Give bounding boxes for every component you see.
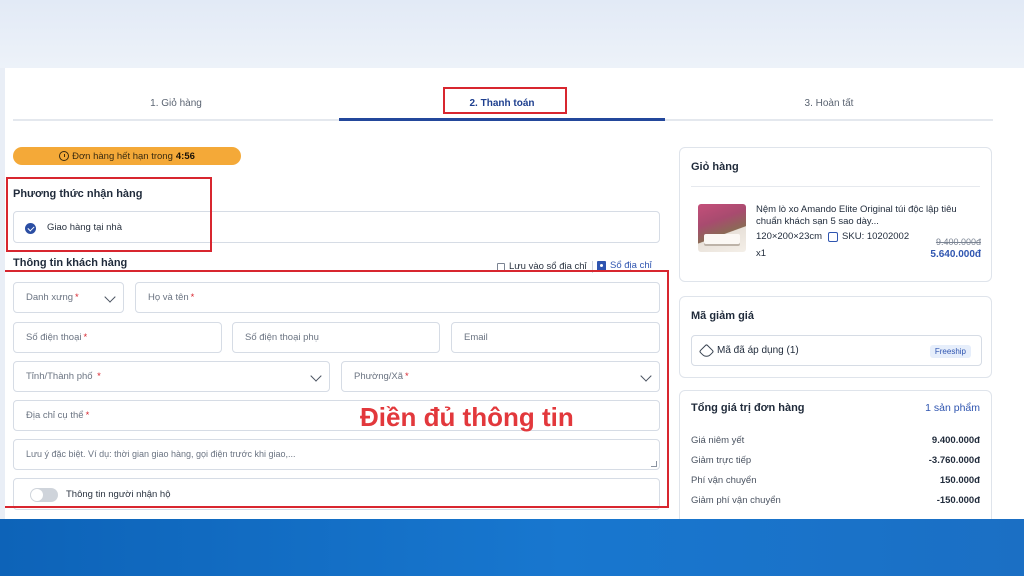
total-row-value: 150.000đ: [939, 475, 980, 486]
timer-text: Đơn hàng hết hạn trong: [72, 150, 173, 162]
customer-info-title: Thông tin khách hàng: [13, 257, 128, 269]
annotation-text: Điền đủ thông tin: [360, 402, 574, 432]
product-size: 120×200×23cm: [756, 231, 823, 242]
bottom-background-band: [0, 519, 1024, 576]
step-complete[interactable]: 3. Hoàn tất: [665, 86, 993, 120]
product-name[interactable]: Nệm lò xo Amando Elite Original túi độc …: [756, 204, 966, 228]
total-row-label: Phí vận chuyển: [691, 475, 757, 486]
step-cart[interactable]: 1. Giỏ hàng: [13, 86, 339, 120]
top-background-band: [0, 0, 1024, 68]
total-row: Giá niêm yết 9.400.000đ: [691, 435, 980, 446]
cart-title: Giỏ hàng: [691, 161, 739, 173]
order-total-title: Tổng giá trị đơn hàng: [691, 402, 805, 414]
total-row-label: Giảm trực tiếp: [691, 455, 752, 466]
total-row: Giảm phí vận chuyển -150.000đ: [691, 495, 980, 506]
coupon-card: Mã giảm giá Mã đã áp dụng (1) Freeship: [679, 296, 992, 378]
total-row-value: -150.000đ: [936, 495, 980, 506]
product-sku: SKU: 10202002: [842, 231, 910, 242]
total-row-label: Giá niêm yết: [691, 435, 745, 446]
sku-icon: [828, 231, 839, 242]
timer-countdown: 4:56: [175, 150, 195, 162]
total-row-value: -3.760.000đ: [928, 455, 980, 466]
product-variant: 120×200×23cm SKU: 10202002: [756, 231, 909, 242]
cart-summary-card: Giỏ hàng Nệm lò xo Amando Elite Original…: [679, 147, 992, 282]
tag-icon: [698, 343, 715, 360]
stepper-active-indicator: [339, 118, 665, 121]
total-row-label: Giảm phí vận chuyển: [691, 495, 781, 506]
product-thumbnail[interactable]: [698, 204, 746, 252]
freeship-badge: Freeship: [929, 345, 971, 358]
highlight-box-customer-info: [5, 270, 669, 508]
applied-coupon-button[interactable]: Mã đã áp dụng (1) Freeship: [691, 335, 982, 366]
checkout-page: 1. Giỏ hàng 2. Thanh toán 3. Hoàn tất Đơ…: [5, 68, 1024, 519]
address-book-icon: [597, 260, 606, 271]
total-row-value: 9.400.000đ: [931, 435, 980, 446]
product-count-link[interactable]: 1 sản phẩm: [925, 402, 980, 414]
order-total-card: Tổng giá trị đơn hàng 1 sản phẩm Giá niê…: [679, 390, 992, 519]
product-quantity: x1: [756, 248, 767, 259]
applied-coupon-label: Mã đã áp dụng (1): [717, 345, 799, 356]
highlight-box-payment-step: [443, 87, 567, 114]
total-row: Giảm trực tiếp -3.760.000đ: [691, 455, 980, 466]
clock-icon: [59, 151, 70, 161]
product-old-price: 9.400.000đ: [935, 237, 981, 247]
product-new-price: 5.640.000đ: [930, 249, 981, 260]
order-expiry-timer: Đơn hàng hết hạn trong 4:56: [13, 147, 241, 165]
divider: [691, 186, 980, 187]
coupon-title: Mã giảm giá: [691, 310, 754, 322]
highlight-box-delivery-method: [6, 177, 212, 252]
total-row: Phí vận chuyển 150.000đ: [691, 475, 980, 486]
